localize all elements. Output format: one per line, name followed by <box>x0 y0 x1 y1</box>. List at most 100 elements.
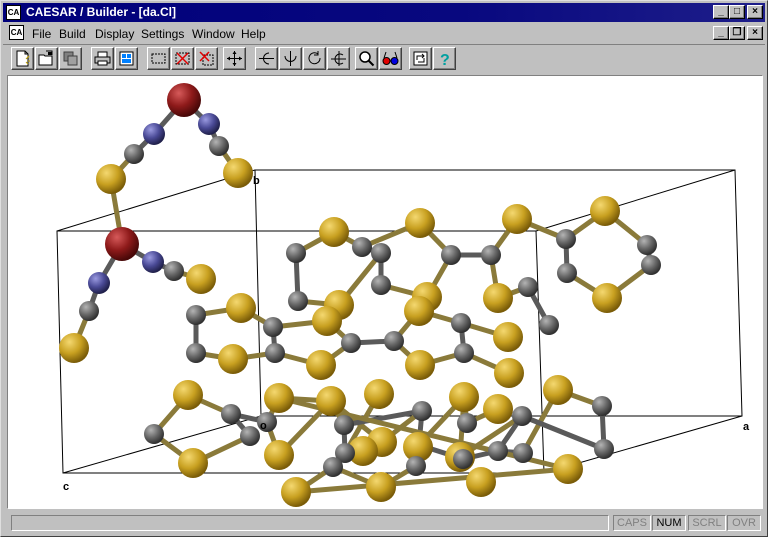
sulfur-atom[interactable] <box>404 296 434 326</box>
sulfur-atom[interactable] <box>466 467 496 497</box>
rotate-x-button[interactable] <box>255 47 278 70</box>
carbon-atom[interactable] <box>371 243 391 263</box>
sulfur-atom[interactable] <box>483 394 513 424</box>
sulfur-atom[interactable] <box>366 472 396 502</box>
sulfur-atom[interactable] <box>590 196 620 226</box>
carbon-atom[interactable] <box>334 415 354 435</box>
sulfur-atom[interactable] <box>553 454 583 484</box>
select-box-button[interactable] <box>147 47 170 70</box>
sulfur-atom[interactable] <box>316 386 346 416</box>
menu-settings[interactable]: Settings <box>141 27 184 41</box>
sulfur-atom[interactable] <box>543 375 573 405</box>
sulfur-atom[interactable] <box>364 379 394 409</box>
carbon-atom[interactable] <box>594 439 614 459</box>
carbon-atom[interactable] <box>164 261 184 281</box>
carbon-atom[interactable] <box>557 263 577 283</box>
rotate-z-button[interactable] <box>303 47 326 70</box>
sulfur-atom[interactable] <box>319 217 349 247</box>
carbon-atom[interactable] <box>384 331 404 351</box>
sulfur-atom[interactable] <box>405 350 435 380</box>
refresh-button[interactable] <box>409 47 432 70</box>
carbon-atom[interactable] <box>637 235 657 255</box>
sulfur-atom[interactable] <box>281 477 311 507</box>
close-button[interactable]: × <box>747 5 763 19</box>
sulfur-atom[interactable] <box>306 350 336 380</box>
carbon-atom[interactable] <box>323 457 343 477</box>
menu-file[interactable]: File <box>32 27 51 41</box>
sulfur-atom[interactable] <box>312 306 342 336</box>
carbon-atom[interactable] <box>556 229 576 249</box>
sulfur-atom[interactable] <box>264 440 294 470</box>
carbon-atom[interactable] <box>263 317 283 337</box>
rotate-free-button[interactable] <box>327 47 350 70</box>
carbon-atom[interactable] <box>124 144 144 164</box>
rotate-y-button[interactable] <box>279 47 302 70</box>
carbon-atom[interactable] <box>512 406 532 426</box>
carbon-atom[interactable] <box>288 291 308 311</box>
delete-box-button[interactable] <box>171 47 194 70</box>
menu-window[interactable]: Window <box>192 27 235 41</box>
zoom-button[interactable] <box>355 47 378 70</box>
app-icon[interactable]: CA <box>6 5 21 20</box>
carbon-atom[interactable] <box>265 343 285 363</box>
sulfur-atom[interactable] <box>223 158 253 188</box>
carbon-atom[interactable] <box>186 343 206 363</box>
carbon-atom[interactable] <box>453 449 473 469</box>
sulfur-atom[interactable] <box>449 382 479 412</box>
sulfur-atom[interactable] <box>59 333 89 363</box>
carbon-atom[interactable] <box>592 396 612 416</box>
menu-build[interactable]: Build <box>59 27 86 41</box>
nitrogen-atom[interactable] <box>88 272 110 294</box>
nitrogen-atom[interactable] <box>198 113 220 135</box>
document-icon[interactable]: CA <box>9 25 24 40</box>
carbon-atom[interactable] <box>406 456 426 476</box>
sulfur-atom[interactable] <box>186 264 216 294</box>
sulfur-atom[interactable] <box>173 380 203 410</box>
maximize-button[interactable]: □ <box>729 5 745 19</box>
carbon-atom[interactable] <box>221 404 241 424</box>
nitrogen-atom[interactable] <box>143 123 165 145</box>
doc-close-button[interactable]: × <box>747 26 763 40</box>
carbon-atom[interactable] <box>513 443 533 463</box>
carbon-atom[interactable] <box>454 343 474 363</box>
translate-button[interactable] <box>223 47 246 70</box>
copper-atom[interactable] <box>167 83 201 117</box>
sulfur-atom[interactable] <box>502 204 532 234</box>
open-button[interactable] <box>35 47 58 70</box>
carbon-atom[interactable] <box>341 333 361 353</box>
stereo-button[interactable] <box>379 47 402 70</box>
carbon-atom[interactable] <box>451 313 471 333</box>
carbon-atom[interactable] <box>481 245 501 265</box>
print-preview-button[interactable] <box>115 47 138 70</box>
title-bar[interactable]: CA CAESAR / Builder - [da.Cl] _ □ × <box>3 3 765 22</box>
carbon-atom[interactable] <box>539 315 559 335</box>
sulfur-atom[interactable] <box>405 208 435 238</box>
carbon-atom[interactable] <box>488 441 508 461</box>
sulfur-atom[interactable] <box>218 344 248 374</box>
menu-help[interactable]: Help <box>241 27 266 41</box>
carbon-atom[interactable] <box>352 237 372 257</box>
sulfur-atom[interactable] <box>493 322 523 352</box>
sulfur-atom[interactable] <box>264 383 294 413</box>
carbon-atom[interactable] <box>240 426 260 446</box>
sulfur-atom[interactable] <box>592 283 622 313</box>
delete-selection-button[interactable] <box>195 47 218 70</box>
doc-restore-button[interactable]: ❐ <box>729 26 745 40</box>
carbon-atom[interactable] <box>641 255 661 275</box>
carbon-atom[interactable] <box>371 275 391 295</box>
sulfur-atom[interactable] <box>494 358 524 388</box>
save-button[interactable] <box>59 47 82 70</box>
sulfur-atom[interactable] <box>483 283 513 313</box>
carbon-atom[interactable] <box>412 401 432 421</box>
menu-display[interactable]: Display <box>95 27 134 41</box>
sulfur-atom[interactable] <box>226 293 256 323</box>
molecule-viewport[interactable]: b a c o <box>7 75 763 509</box>
carbon-atom[interactable] <box>286 243 306 263</box>
minimize-button[interactable]: _ <box>713 5 729 19</box>
carbon-atom[interactable] <box>457 413 477 433</box>
carbon-atom[interactable] <box>144 424 164 444</box>
carbon-atom[interactable] <box>209 136 229 156</box>
copper-atom[interactable] <box>105 227 139 261</box>
carbon-atom[interactable] <box>79 301 99 321</box>
doc-minimize-button[interactable]: _ <box>713 26 729 40</box>
